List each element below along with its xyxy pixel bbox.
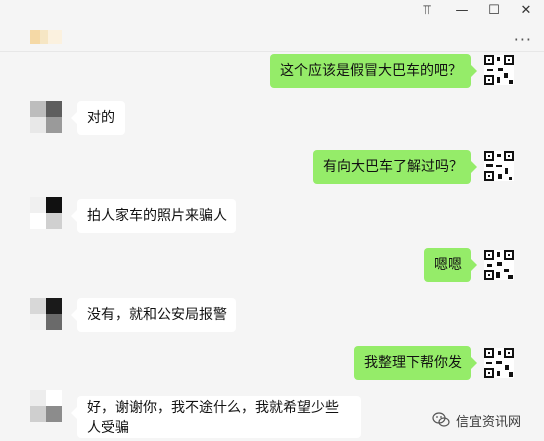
- message-bubble-sent[interactable]: 有向大巴车了解过吗？: [313, 150, 477, 184]
- avatar-contact[interactable]: [30, 197, 62, 229]
- message-bubble-received[interactable]: 没有，就和公安局报警: [71, 298, 236, 332]
- message-bubble-sent[interactable]: 这个应该是假冒大巴车的吧？: [270, 54, 477, 88]
- wechat-logo-icon: [432, 411, 450, 429]
- source-watermark: 信宜资讯网: [432, 410, 521, 430]
- message-bubble-sent[interactable]: 嗯嗯: [424, 248, 477, 282]
- pin-icon[interactable]: ⫪: [416, 2, 438, 20]
- avatar-contact[interactable]: [30, 298, 62, 330]
- maximize-button[interactable]: ☐: [483, 2, 505, 20]
- message-bubble-sent[interactable]: 我整理下帮你发: [354, 346, 477, 380]
- minimize-button[interactable]: —: [451, 2, 473, 20]
- avatar-self-qr[interactable]: [484, 55, 514, 85]
- watermark-label: 信宜资讯网: [456, 414, 522, 430]
- message-bubble-received[interactable]: 好，谢谢你，我不途什么，我就希望少些人受骗: [71, 396, 361, 438]
- message-bubble-received[interactable]: 对的: [71, 101, 125, 135]
- avatar-self-qr[interactable]: [484, 348, 514, 378]
- more-options-icon[interactable]: ···: [514, 30, 532, 49]
- close-button[interactable]: ✕: [515, 2, 537, 20]
- title-bar: ⫪ — ☐ ✕ ···: [0, 0, 544, 52]
- avatar-self-qr[interactable]: [484, 151, 514, 181]
- avatar-contact[interactable]: [30, 390, 62, 422]
- chat-name-blurred: [30, 22, 68, 44]
- message-bubble-received[interactable]: 拍人家车的照片来骗人: [71, 199, 236, 233]
- avatar-contact[interactable]: [30, 101, 62, 133]
- avatar-self-qr[interactable]: [484, 250, 514, 280]
